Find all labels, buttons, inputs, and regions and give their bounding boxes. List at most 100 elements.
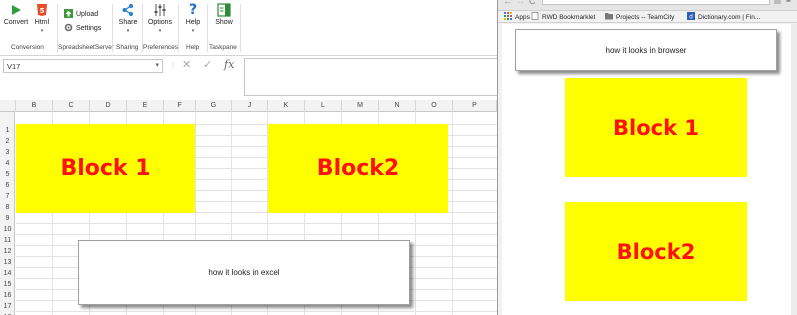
screenshot-root: Convert 5 Html ▾ Conversion Upload Setti… bbox=[0, 0, 797, 315]
share-label: Share bbox=[118, 19, 138, 26]
row-headers: 1 2 3 4 5 6 7 8 9 10 11 12 13 14 15 16 1… bbox=[0, 112, 15, 315]
dictionary-icon: d bbox=[687, 12, 695, 20]
select-all-corner[interactable] bbox=[0, 100, 16, 112]
browser-scrollbar[interactable] bbox=[791, 24, 797, 315]
name-box[interactable]: V17 ▾ bbox=[3, 59, 163, 73]
settings-icon bbox=[64, 23, 73, 32]
column-header[interactable]: P bbox=[453, 100, 497, 112]
html5-icon: 5 bbox=[37, 4, 47, 16]
browser-caption-box: how it looks in browser bbox=[515, 29, 777, 71]
gridline bbox=[16, 223, 497, 224]
reload-icon[interactable]: C bbox=[529, 0, 536, 6]
options-label: Options bbox=[147, 19, 173, 26]
options-button[interactable]: Options ▾ bbox=[146, 3, 174, 35]
question-mark-icon: ? bbox=[188, 2, 198, 18]
column-header[interactable]: K bbox=[268, 100, 305, 112]
row-header[interactable]: 11 bbox=[0, 236, 15, 246]
group-label-help: Help bbox=[186, 44, 200, 51]
excel-block-2[interactable]: Block2 bbox=[268, 124, 448, 213]
extension-icon[interactable] bbox=[774, 0, 781, 4]
formula-input[interactable] bbox=[244, 58, 497, 96]
html-dropdown-icon: ▾ bbox=[40, 28, 44, 34]
column-header[interactable]: M bbox=[342, 100, 379, 112]
row-header[interactable]: 14 bbox=[0, 269, 15, 279]
row-header[interactable]: 5 bbox=[0, 170, 15, 180]
bookmark-label: RWD Bookmarklet bbox=[542, 14, 596, 21]
gridline bbox=[452, 112, 453, 315]
settings-button[interactable]: Settings bbox=[64, 23, 101, 33]
upload-button[interactable]: Upload bbox=[64, 9, 98, 19]
html-label: Html bbox=[34, 19, 50, 26]
row-header[interactable]: 4 bbox=[0, 159, 15, 169]
play-icon bbox=[12, 5, 21, 15]
cancel-icon[interactable]: ✕ bbox=[182, 58, 191, 71]
help-button[interactable]: ? Help ▾ bbox=[182, 3, 204, 35]
row-header[interactable]: 13 bbox=[0, 258, 15, 268]
name-box-value: V17 bbox=[7, 62, 21, 71]
browser-block-1: Block 1 bbox=[565, 78, 747, 177]
excel-caption-box[interactable]: how it looks in excel bbox=[78, 240, 410, 305]
column-header[interactable]: G bbox=[196, 100, 232, 112]
bookmark-rwd[interactable]: RWD Bookmarklet bbox=[531, 12, 596, 22]
column-header[interactable]: E bbox=[127, 100, 164, 112]
row-header[interactable]: 8 bbox=[0, 203, 15, 213]
column-header[interactable]: O bbox=[416, 100, 453, 112]
help-label: Help bbox=[185, 19, 201, 26]
forward-icon[interactable]: → bbox=[516, 0, 525, 6]
bookmark-apps[interactable]: Apps bbox=[504, 12, 530, 22]
column-header[interactable]: F bbox=[164, 100, 196, 112]
show-taskpane-button[interactable]: Show bbox=[212, 3, 236, 27]
group-divider bbox=[178, 4, 179, 52]
column-header[interactable]: B bbox=[16, 100, 53, 112]
share-button[interactable]: Share ▾ bbox=[116, 3, 140, 35]
row-header[interactable]: 2 bbox=[0, 137, 15, 147]
group-label-conversion: Conversion bbox=[11, 44, 44, 51]
row-header[interactable]: 7 bbox=[0, 192, 15, 202]
column-headers: B C D E F G J K L M N O P bbox=[0, 100, 497, 112]
back-icon[interactable]: ← bbox=[503, 0, 512, 6]
row-header[interactable]: 3 bbox=[0, 148, 15, 158]
menu-icon[interactable]: ≡ bbox=[786, 0, 791, 5]
bookmark-dictionary[interactable]: d Dictionary.com | Fin... bbox=[687, 12, 760, 22]
row-header[interactable]: 15 bbox=[0, 280, 15, 290]
insert-function-icon[interactable]: fx bbox=[224, 58, 234, 71]
apps-grid-icon bbox=[504, 12, 512, 20]
name-box-dropdown-icon[interactable]: ▾ bbox=[155, 61, 159, 69]
upload-icon bbox=[64, 9, 73, 18]
row-header[interactable]: 1 bbox=[0, 126, 15, 136]
upload-label: Upload bbox=[76, 11, 99, 18]
taskpane-icon bbox=[217, 3, 231, 17]
browser-viewport: how it looks in browser Block 1 Block2 bbox=[502, 24, 792, 315]
svg-text:5: 5 bbox=[40, 7, 45, 15]
convert-button[interactable]: Convert bbox=[3, 3, 29, 27]
enter-icon[interactable]: ✓ bbox=[203, 58, 212, 71]
group-label-sharing: Sharing bbox=[116, 44, 139, 51]
row-header[interactable]: 12 bbox=[0, 247, 15, 257]
group-label-taskpane: Taskpane bbox=[209, 44, 237, 51]
group-divider bbox=[240, 4, 241, 52]
group-divider bbox=[112, 4, 113, 52]
bookmarks-bar: Apps RWD Bookmarklet Projects -- TeamCit… bbox=[498, 11, 797, 23]
row-header[interactable]: 9 bbox=[0, 214, 15, 224]
row-header[interactable]: 6 bbox=[0, 181, 15, 191]
column-header[interactable]: D bbox=[90, 100, 127, 112]
column-header[interactable]: L bbox=[305, 100, 342, 112]
group-divider bbox=[207, 4, 208, 52]
row-header[interactable]: 17 bbox=[0, 302, 15, 312]
column-header[interactable]: J bbox=[232, 100, 268, 112]
group-label-spreadsheetserver: SpreadsheetServer bbox=[58, 44, 115, 51]
html-button[interactable]: 5 Html ▾ bbox=[31, 3, 53, 35]
folder-icon bbox=[605, 13, 613, 20]
bookmark-teamcity[interactable]: Projects -- TeamCity bbox=[605, 12, 675, 22]
row-header[interactable]: 16 bbox=[0, 291, 15, 301]
excel-block-1[interactable]: Block 1 bbox=[16, 124, 195, 213]
bookmark-label: Projects -- TeamCity bbox=[616, 14, 675, 21]
formula-bar-grip-icon: ⋮ bbox=[170, 63, 176, 69]
address-bar[interactable] bbox=[542, 0, 770, 5]
browser-window: ← → C ≡ Apps RWD Bookmarklet Projects --… bbox=[497, 0, 797, 315]
column-header[interactable]: C bbox=[53, 100, 90, 112]
row-header[interactable]: 10 bbox=[0, 225, 15, 235]
column-header[interactable]: N bbox=[379, 100, 416, 112]
formula-bar: V17 ▾ ⋮ ✕ ✓ fx bbox=[0, 58, 497, 96]
group-label-preferences: Preferences bbox=[143, 44, 179, 51]
